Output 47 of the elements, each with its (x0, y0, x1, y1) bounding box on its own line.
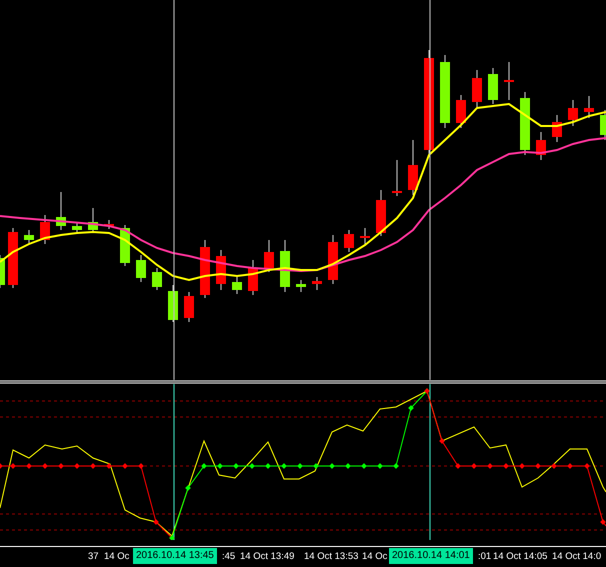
candle (568, 100, 578, 126)
time-label: 14 Oc (362, 551, 388, 563)
time-label: :45 (222, 551, 236, 563)
candle (0, 254, 5, 288)
candle (360, 228, 370, 246)
candle (264, 240, 274, 272)
candle (40, 214, 50, 244)
time-label: 14 Oct 14:05 (493, 551, 548, 563)
candle (8, 228, 18, 288)
candle (136, 254, 146, 282)
candle (536, 132, 546, 160)
candle (72, 222, 82, 232)
candle (280, 240, 290, 292)
candle (296, 280, 306, 292)
time-label: 14 Oct 14:0 (552, 551, 602, 563)
candle (312, 276, 322, 290)
candle (600, 110, 606, 140)
candle (456, 94, 466, 128)
candle (216, 250, 226, 290)
time-label: 14 Oc (104, 551, 130, 563)
candle (552, 114, 562, 142)
candle (344, 230, 354, 252)
candle (376, 190, 386, 236)
candle (584, 96, 594, 118)
candle (472, 70, 482, 108)
candle (504, 62, 514, 100)
crosshair-time-label: 2016.10.14 13:45 (133, 548, 217, 564)
time-label: 14 Oct 13:49 (240, 551, 294, 563)
candle (520, 92, 530, 156)
candle (200, 240, 210, 298)
candle (408, 140, 418, 196)
candle (248, 260, 258, 296)
time-label: :01 (478, 551, 492, 563)
candle (88, 208, 98, 234)
candle (328, 234, 338, 284)
candle (56, 192, 66, 230)
candle (392, 160, 402, 196)
candle (104, 220, 114, 230)
candle (152, 268, 162, 290)
candle (168, 284, 178, 322)
time-label: 37 (88, 551, 99, 563)
candle (488, 68, 498, 104)
crosshair-time-label: 2016.10.14 14:01 (389, 548, 473, 564)
candle (184, 292, 194, 322)
candle (232, 276, 242, 294)
candle (24, 230, 34, 246)
time-label: 14 Oct 13:53 (304, 551, 358, 563)
